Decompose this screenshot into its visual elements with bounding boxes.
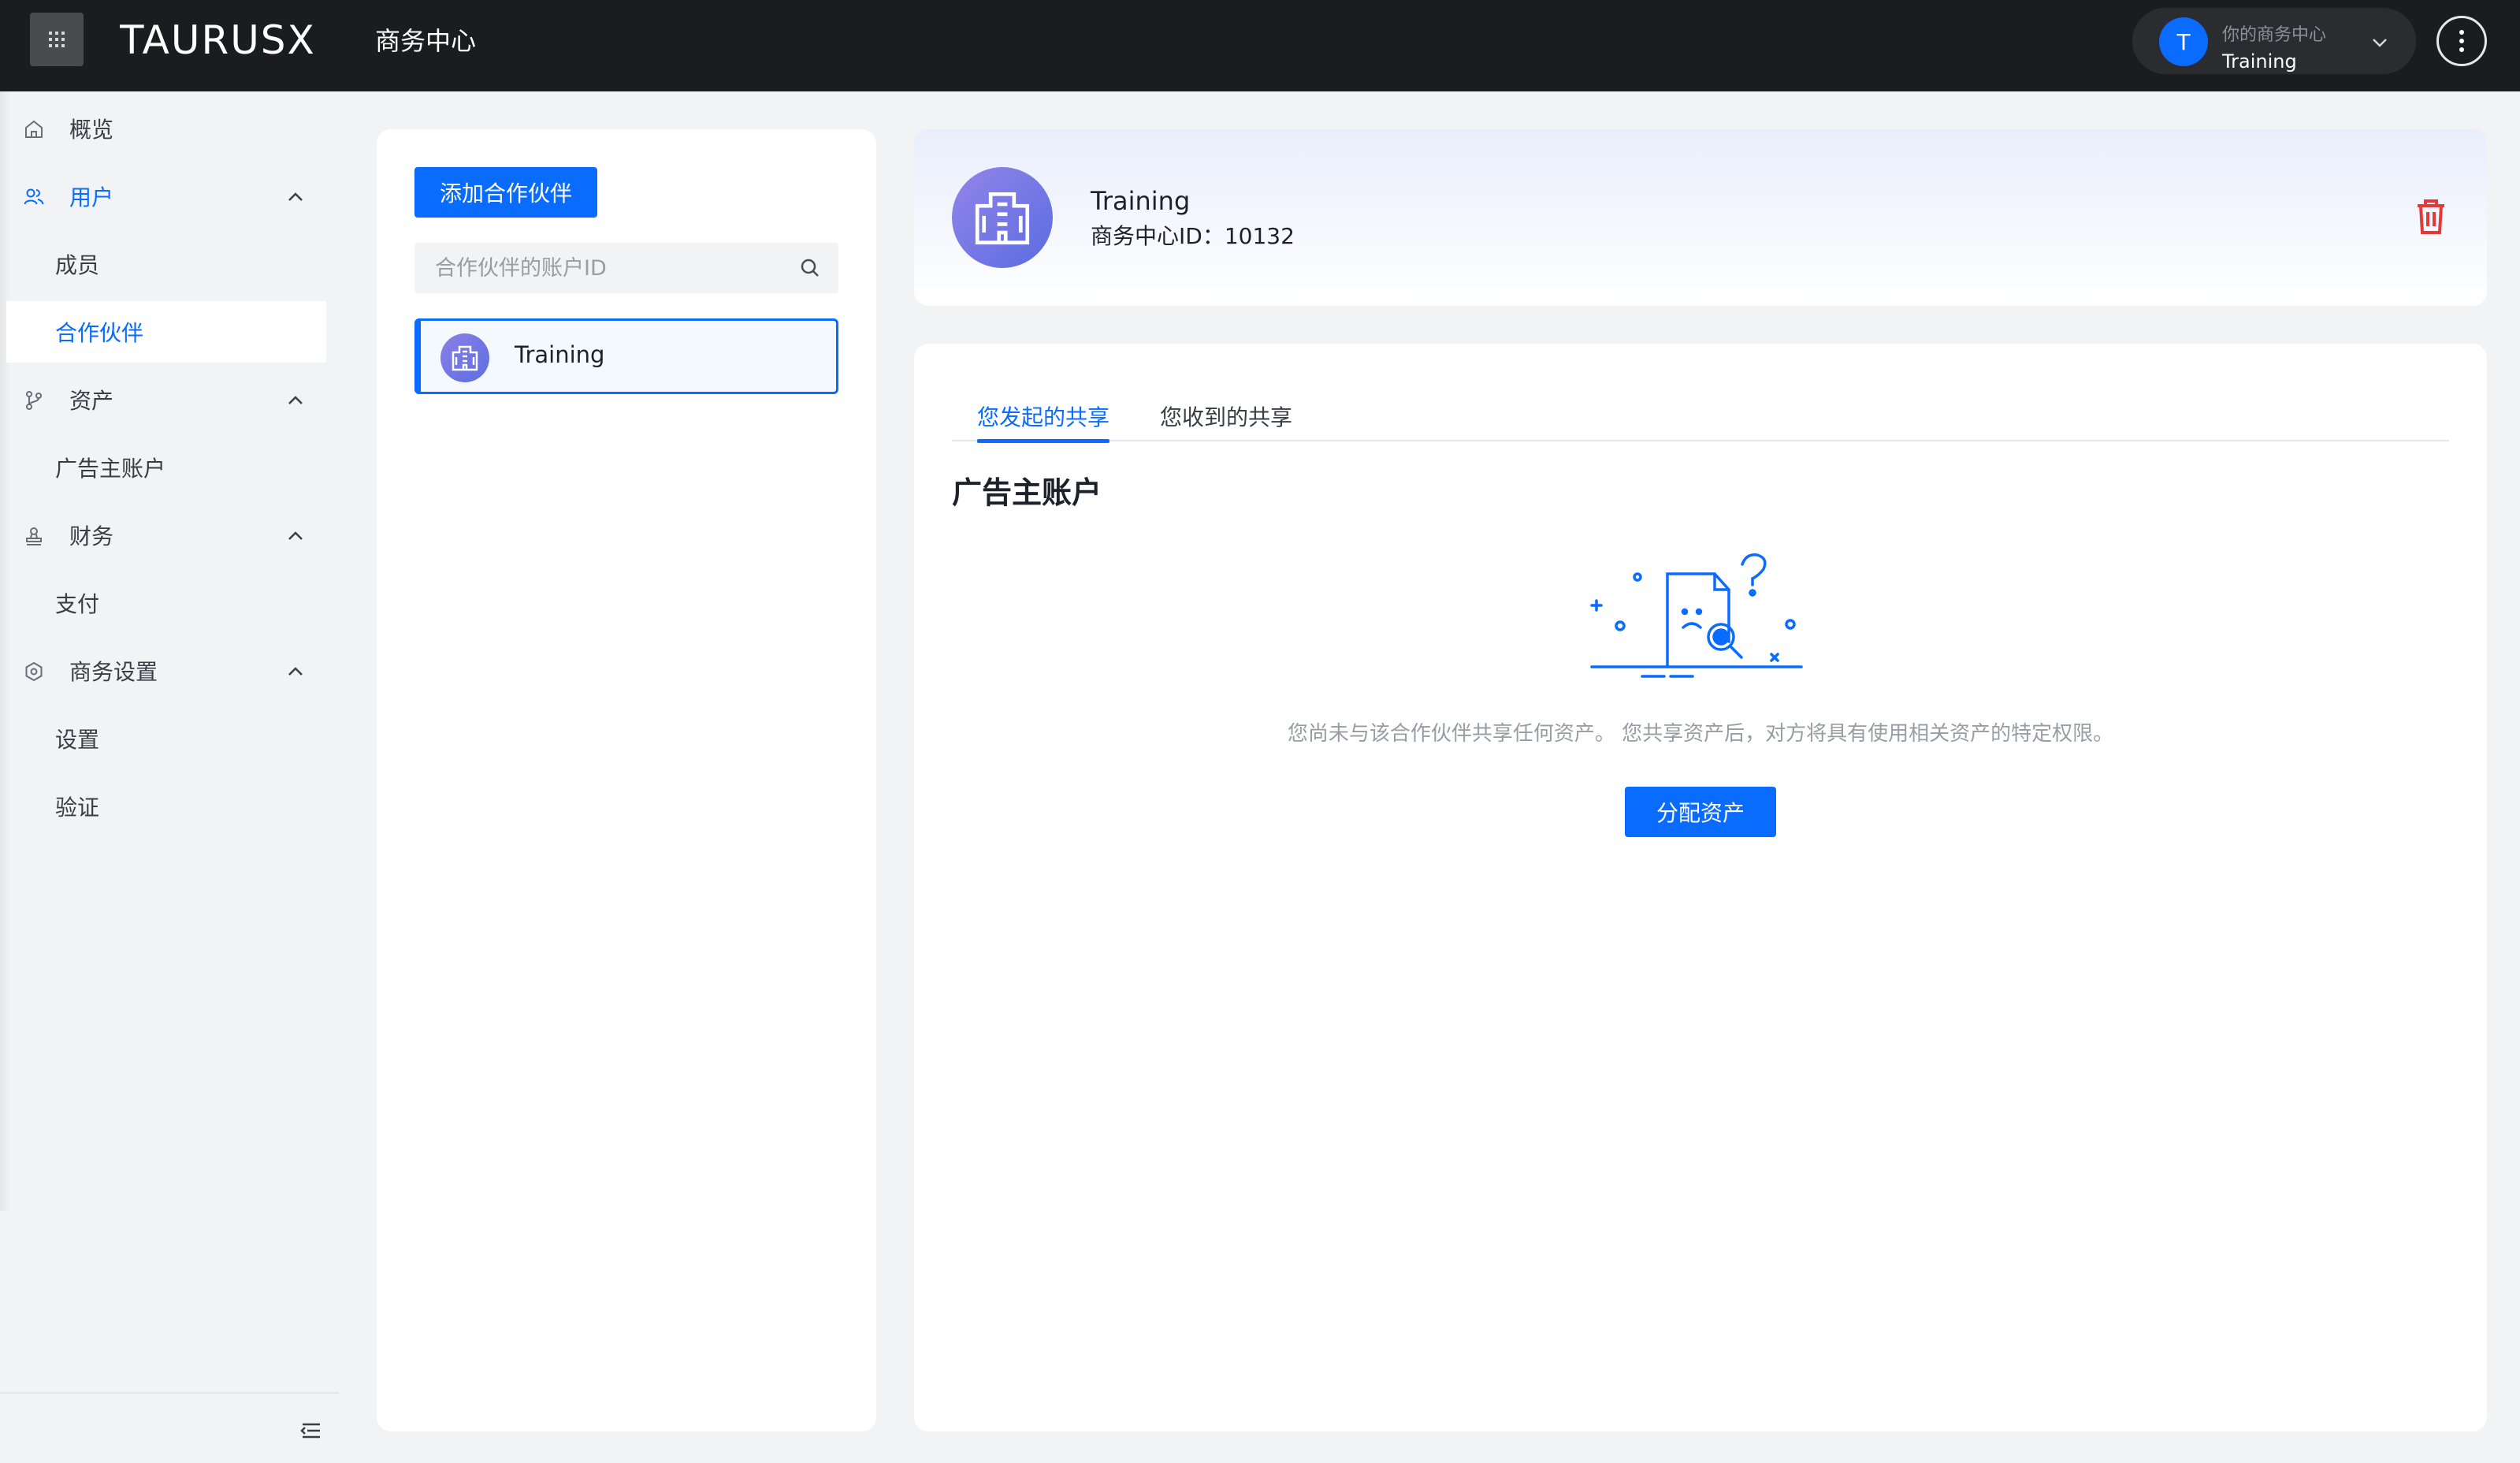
section-title: 广告主账户 [952, 475, 1102, 510]
chevron-up-icon [288, 667, 303, 676]
partner-detail-body: 您发起的共享 您收到的共享 广告主账户 您尚未与该合作伙伴共享任何资产。 您共享… [914, 344, 2487, 1431]
sidebar-item-label: 设置 [55, 727, 100, 753]
tab-shared-with-you[interactable]: 您收到的共享 [1160, 391, 1292, 441]
app-grid-button[interactable] [30, 13, 84, 66]
sidebar-item-members[interactable]: 成员 [6, 233, 326, 295]
sidebar-item-label: 广告主账户 [55, 456, 166, 482]
assign-assets-button[interactable]: 分配资产 [1625, 787, 1776, 837]
brand-subtitle: 商务中心 [375, 26, 477, 56]
sidebar-item-verification[interactable]: 验证 [6, 776, 326, 837]
sidebar-item-label: 概览 [69, 117, 114, 143]
more-menu-button[interactable] [2436, 16, 2487, 66]
sidebar-item-finance[interactable]: 财务 [6, 504, 326, 566]
sidebar-item-label: 用户 [69, 184, 114, 210]
account-avatar: T [2159, 17, 2208, 66]
partner-list-item[interactable]: Training [414, 318, 838, 394]
chevron-up-icon [288, 531, 303, 540]
sidebar: 概览 用户 成员 合作伙伴 资产 广告主账户 财务 支付 商务设置 设置 验证 [0, 91, 339, 1463]
partner-search-input[interactable] [414, 243, 785, 293]
taurusx-logo: TAURUSX [120, 17, 316, 61]
sidebar-item-assets[interactable]: 资产 [6, 369, 326, 430]
account-label: 你的商务中心 [2222, 25, 2327, 45]
sidebar-item-label: 资产 [69, 388, 114, 414]
sidebar-item-ad-accounts[interactable]: 广告主账户 [6, 437, 326, 498]
chevron-up-icon [288, 396, 303, 404]
sidebar-item-business-settings[interactable]: 商务设置 [6, 640, 326, 702]
sidebar-item-overview[interactable]: 概览 [6, 98, 326, 159]
business-center-id: 商务中心ID：10132 [1091, 223, 1295, 249]
empty-state-illustration [1590, 553, 1803, 678]
users-icon [24, 188, 44, 205]
gear-icon [25, 661, 43, 682]
sidebar-item-label: 商务设置 [69, 659, 158, 685]
building-icon [452, 345, 478, 371]
delete-partner-icon[interactable] [2414, 199, 2448, 235]
home-icon [25, 120, 43, 138]
sidebar-item-partners[interactable]: 合作伙伴 [6, 301, 326, 363]
partner-list-panel: 添加合作伙伴 Training [377, 129, 876, 1431]
sidebar-item-label: 财务 [69, 523, 114, 549]
sidebar-divider [0, 1392, 339, 1394]
sidebar-item-payment[interactable]: 支付 [6, 572, 326, 634]
account-switcher[interactable]: T 你的商务中心 Training [2132, 8, 2416, 74]
sidebar-item-label: 成员 [55, 252, 100, 278]
stamp-icon [26, 527, 42, 545]
sidebar-item-settings[interactable]: 设置 [6, 708, 326, 769]
collapse-sidebar-icon[interactable] [299, 1419, 323, 1443]
tab-shared-by-you[interactable]: 您发起的共享 [977, 391, 1110, 443]
empty-state-message: 您尚未与该合作伙伴共享任何资产。 您共享资产后，对方将具有使用相关资产的特定权限… [1287, 722, 2114, 746]
partner-detail-header: Training 商务中心ID：10132 [914, 129, 2487, 306]
more-vertical-icon [2459, 30, 2464, 52]
partner-detail-name: Training [1091, 186, 1191, 216]
sidebar-item-label: 验证 [55, 795, 100, 821]
grid-icon [49, 32, 65, 47]
sidebar-item-label: 支付 [55, 591, 100, 617]
building-icon [975, 192, 1030, 245]
share-tabs: 您发起的共享 您收到的共享 [952, 391, 2449, 443]
branch-icon [26, 391, 42, 410]
partner-search [414, 243, 838, 293]
search-icon[interactable] [799, 257, 821, 279]
partner-avatar [440, 333, 489, 382]
top-bar: TAURUSX 商务中心 T 你的商务中心 Training [0, 0, 2520, 91]
sidebar-item-label: 合作伙伴 [55, 320, 144, 346]
chevron-up-icon [288, 192, 303, 201]
account-name: Training [2222, 50, 2297, 73]
partner-name: Training [515, 341, 605, 368]
svg-text:TAURUSX: TAURUSX [120, 17, 316, 61]
add-partner-button[interactable]: 添加合作伙伴 [414, 167, 597, 218]
chevron-down-icon [2373, 39, 2387, 47]
partner-detail-avatar [952, 167, 1053, 268]
brand-logo[interactable]: TAURUSX 商务中心 [120, 17, 476, 61]
sidebar-item-users[interactable]: 用户 [6, 166, 326, 227]
